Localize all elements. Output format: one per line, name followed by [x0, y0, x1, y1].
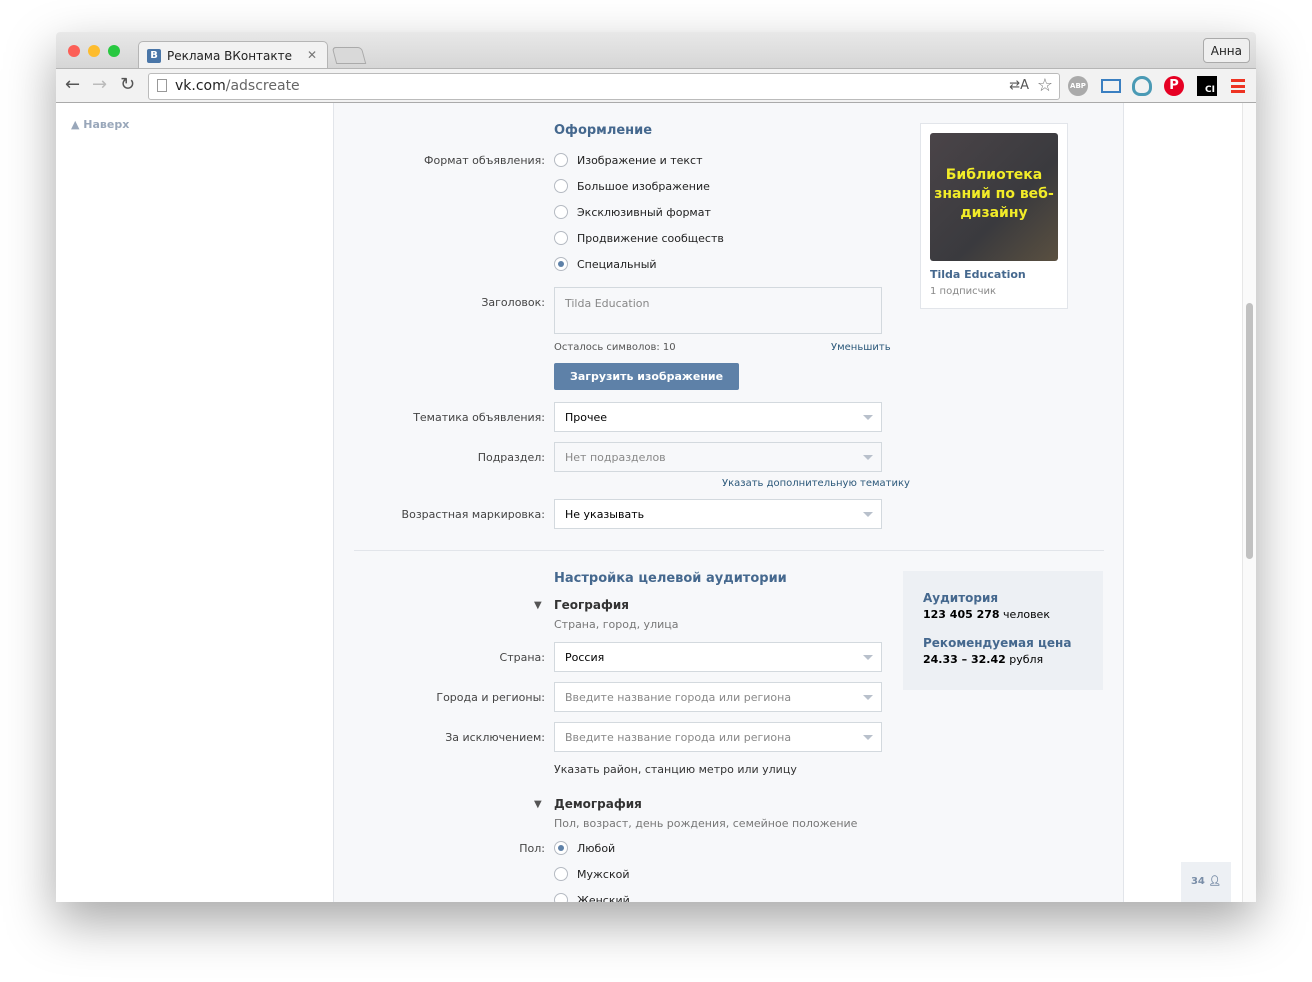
- divider: [354, 550, 1104, 551]
- except-input[interactable]: Введите название города или региона: [554, 722, 882, 752]
- upload-image-button[interactable]: Загрузить изображение: [554, 363, 740, 390]
- age-select[interactable]: Не указывать: [554, 499, 882, 529]
- chevron-down-icon: [863, 455, 873, 460]
- reduce-link[interactable]: Уменьшить: [831, 342, 891, 353]
- sex-radio-female[interactable]: Женский: [554, 893, 630, 902]
- sex-radio-any[interactable]: Любой: [554, 841, 615, 855]
- adblock-icon[interactable]: ABP: [1068, 76, 1088, 96]
- preview-subscribers: 1 подписчик: [930, 286, 997, 297]
- tab-active[interactable]: В Реклама ВКонтакте ✕: [138, 41, 328, 69]
- ad-preview: Библиотека знаний по веб-дизайну Tilda E…: [920, 123, 1068, 309]
- chevron-down-icon: [863, 655, 873, 660]
- ext-drop-icon[interactable]: [1132, 76, 1152, 96]
- chevron-down-icon: [863, 415, 873, 420]
- tab-bar: В Реклама ВКонтакте ✕ Анна: [56, 32, 1256, 69]
- format-radio-image-text[interactable]: Изображение и текст: [554, 153, 703, 167]
- browser-window: В Реклама ВКонтакте ✕ Анна ← → ↻ vk.com/…: [56, 32, 1256, 902]
- collapse-demo-icon[interactable]: ▼: [534, 799, 542, 810]
- geo-title[interactable]: География: [554, 598, 629, 612]
- bookmark-star-icon[interactable]: ☆: [1037, 75, 1053, 96]
- close-window-button[interactable]: [68, 45, 80, 57]
- new-tab-button[interactable]: [331, 47, 367, 64]
- country-label: Страна:: [499, 651, 545, 664]
- country-select[interactable]: Россия: [554, 642, 882, 672]
- format-radio-special[interactable]: Специальный: [554, 257, 657, 271]
- reload-icon[interactable]: ↻: [120, 74, 135, 95]
- translate-icon[interactable]: ⇄A: [1009, 78, 1029, 93]
- audience-stats-panel: Аудитория 123 405 278 человек Рекомендуе…: [903, 571, 1103, 690]
- format-radio-big-image[interactable]: Большое изображение: [554, 179, 710, 193]
- chevron-down-icon: [863, 512, 873, 517]
- page-icon: [157, 79, 167, 92]
- geo-sub: Страна, город, улица: [554, 618, 679, 631]
- chars-left: Осталось символов: 10: [554, 342, 676, 353]
- age-label: Возрастная маркировка:: [401, 508, 545, 521]
- headline-input[interactable]: Tilda Education: [554, 287, 882, 334]
- vk-favicon-icon: В: [147, 49, 161, 63]
- scrollbar-thumb[interactable]: [1246, 303, 1253, 559]
- price-range: 24.33 – 32.42: [923, 653, 1006, 666]
- audience-unit: человек: [1003, 608, 1050, 621]
- chevron-down-icon: [863, 735, 873, 740]
- demo-sub: Пол, возраст, день рождения, семейное по…: [554, 817, 858, 830]
- scrollbar[interactable]: [1242, 103, 1256, 902]
- sex-label: Пол:: [519, 842, 545, 855]
- price-title: Рекомендуемая цена: [923, 636, 1072, 650]
- subsection-select[interactable]: Нет подразделов: [554, 442, 882, 472]
- chevron-down-icon: [863, 695, 873, 700]
- back-to-top-label: Наверх: [83, 118, 130, 131]
- extra-topic-link[interactable]: Указать дополнительную тематику: [722, 478, 910, 489]
- back-icon[interactable]: ←: [65, 74, 80, 95]
- topic-label: Тематика объявления:: [413, 411, 545, 424]
- cities-label: Города и регионы:: [436, 691, 545, 704]
- format-radio-community[interactable]: Продвижение сообществ: [554, 231, 724, 245]
- page-content: ▲ Наверх Оформление Формат объявления: И…: [56, 103, 1256, 902]
- online-friends-button[interactable]: 34 👤︎: [1181, 862, 1231, 902]
- close-tab-icon[interactable]: ✕: [307, 48, 317, 62]
- zoom-window-button[interactable]: [108, 45, 120, 57]
- url-host: vk.com: [175, 78, 226, 94]
- screen-capture-icon[interactable]: [1101, 79, 1121, 93]
- preview-name: Tilda Education: [930, 268, 1026, 281]
- forward-icon[interactable]: →: [92, 74, 107, 95]
- ad-create-form: Оформление Формат объявления: Изображени…: [333, 103, 1124, 902]
- audience-title: Настройка целевой аудитории: [554, 571, 787, 586]
- audience-count: 123 405 278: [923, 608, 1000, 621]
- topic-select[interactable]: Прочее: [554, 402, 882, 432]
- pinterest-icon[interactable]: P: [1164, 76, 1184, 96]
- ci-icon[interactable]: CI: [1197, 76, 1217, 96]
- online-count: 34: [1190, 876, 1205, 887]
- district-link[interactable]: Указать район, станцию метро или улицу: [554, 763, 797, 776]
- tab-title: Реклама ВКонтакте: [167, 49, 293, 63]
- profile-button[interactable]: Анна: [1202, 38, 1250, 63]
- cities-input[interactable]: Введите название города или региона: [554, 682, 882, 712]
- minimize-window-button[interactable]: [88, 45, 100, 57]
- format-radio-exclusive[interactable]: Эксклюзивный формат: [554, 205, 711, 219]
- sex-radio-male[interactable]: Мужской: [554, 867, 629, 881]
- design-title: Оформление: [554, 123, 653, 138]
- price-unit: рубля: [1009, 653, 1044, 666]
- menu-icon[interactable]: [1231, 79, 1245, 93]
- user-icon: 👤︎: [1208, 876, 1222, 887]
- url-path: /adscreate: [225, 78, 300, 94]
- toolbar: ← → ↻ vk.com/adscreate ⇄A ☆ ABP P CI: [56, 68, 1256, 103]
- format-label: Формат объявления:: [424, 154, 545, 167]
- collapse-geo-icon[interactable]: ▼: [534, 600, 542, 611]
- address-bar[interactable]: vk.com/adscreate ⇄A ☆: [148, 73, 1060, 100]
- audience-stats-title: Аудитория: [923, 591, 999, 605]
- back-to-top-link[interactable]: ▲ Наверх: [71, 118, 129, 131]
- demo-title[interactable]: Демография: [554, 797, 642, 811]
- preview-image[interactable]: Библиотека знаний по веб-дизайну: [930, 133, 1058, 261]
- except-label: За исключением:: [445, 731, 545, 744]
- headline-label: Заголовок:: [481, 296, 545, 309]
- subsection-label: Подраздел:: [477, 451, 545, 464]
